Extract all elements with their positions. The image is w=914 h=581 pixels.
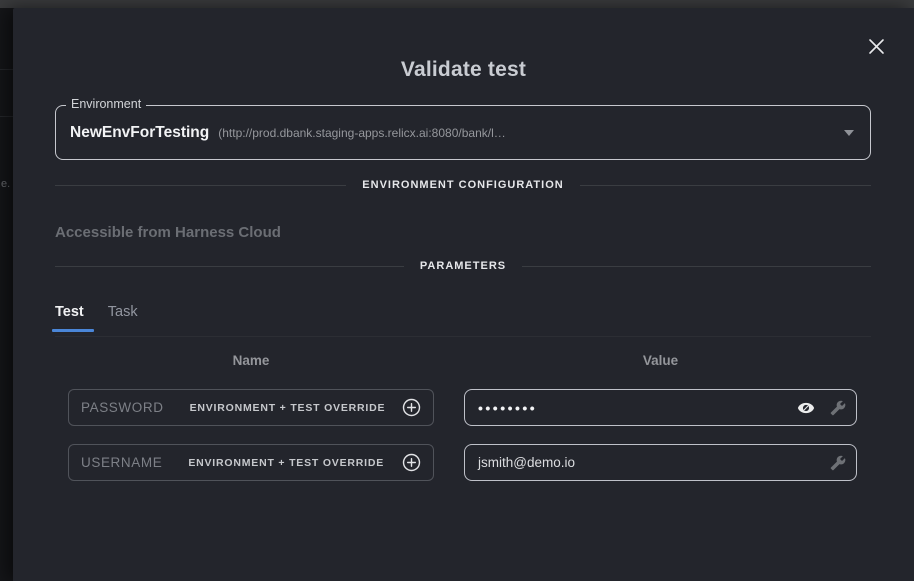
column-header-name: Name [68, 353, 434, 368]
param-value-field-password[interactable]: •••••••• [464, 389, 857, 426]
toggle-visibility-button[interactable] [797, 399, 815, 417]
tab-task[interactable]: Task [108, 304, 138, 332]
column-gap [434, 353, 464, 368]
username-value: jsmith@demo.io [478, 455, 575, 470]
param-name-label: PASSWORD [81, 400, 164, 415]
environment-value: NewEnvForTesting [70, 124, 209, 142]
divider-line [55, 185, 346, 186]
tab-test[interactable]: Test [55, 304, 84, 332]
divider-line [522, 266, 871, 267]
divider-line [580, 185, 871, 186]
validate-test-dialog: Validate test Environment NewEnvForTesti… [13, 8, 914, 581]
table-row: PASSWORD ENVIRONMENT + TEST OVERRIDE •••… [68, 389, 857, 426]
section-divider-parameters: PARAMETERS [55, 258, 871, 274]
table-row: USERNAME ENVIRONMENT + TEST OVERRIDE jsm… [68, 444, 857, 481]
column-header-value: Value [464, 353, 857, 368]
wrench-icon [830, 400, 846, 416]
environment-label: Environment [66, 97, 146, 111]
section-heading: PARAMETERS [420, 260, 506, 272]
background-divider [0, 69, 13, 70]
configure-value-button[interactable] [830, 455, 846, 471]
value-field-actions [797, 399, 846, 417]
plus-circle-icon [402, 453, 421, 472]
param-value-field-username[interactable]: jsmith@demo.io [464, 444, 857, 481]
wrench-icon [830, 455, 846, 471]
environment-url: (http://prod.dbank.staging-apps.relicx.a… [218, 126, 506, 140]
environment-select[interactable]: Environment NewEnvForTesting (http://pro… [55, 105, 871, 160]
section-heading: ENVIRONMENT CONFIGURATION [362, 179, 563, 191]
plus-circle-icon [402, 398, 421, 417]
configure-value-button[interactable] [830, 400, 846, 416]
eye-icon [797, 399, 815, 417]
value-field-actions [830, 455, 846, 471]
parameters-tab-bar: Test Task [55, 304, 138, 332]
background-clipped-text: e. [1, 178, 10, 190]
table-header-row: Name Value [68, 353, 857, 368]
close-icon [868, 38, 885, 55]
background-left-strip: e. [0, 8, 13, 581]
background-divider [0, 116, 13, 117]
param-scope-badge: ENVIRONMENT + TEST OVERRIDE [188, 457, 384, 469]
param-name-field-password: PASSWORD ENVIRONMENT + TEST OVERRIDE [68, 389, 434, 426]
divider-line [55, 266, 404, 267]
param-name-field-username: USERNAME ENVIRONMENT + TEST OVERRIDE [68, 444, 434, 481]
background-top-strip [0, 0, 914, 8]
environment-note: Accessible from Harness Cloud [55, 224, 281, 241]
param-name-label: USERNAME [81, 455, 162, 470]
column-gap [434, 444, 464, 481]
dialog-title: Validate test [13, 58, 914, 82]
add-override-button[interactable] [402, 453, 421, 472]
tab-bar-underline [55, 336, 871, 337]
chevron-down-icon[interactable] [844, 130, 854, 136]
add-override-button[interactable] [402, 398, 421, 417]
page-background: e. Validate test Environment NewEnvForTe… [0, 0, 914, 581]
section-divider-environment-configuration: ENVIRONMENT CONFIGURATION [55, 177, 871, 193]
column-gap [434, 389, 464, 426]
param-scope-badge: ENVIRONMENT + TEST OVERRIDE [190, 402, 386, 414]
close-button[interactable] [865, 35, 887, 57]
masked-password-value: •••••••• [478, 400, 537, 416]
